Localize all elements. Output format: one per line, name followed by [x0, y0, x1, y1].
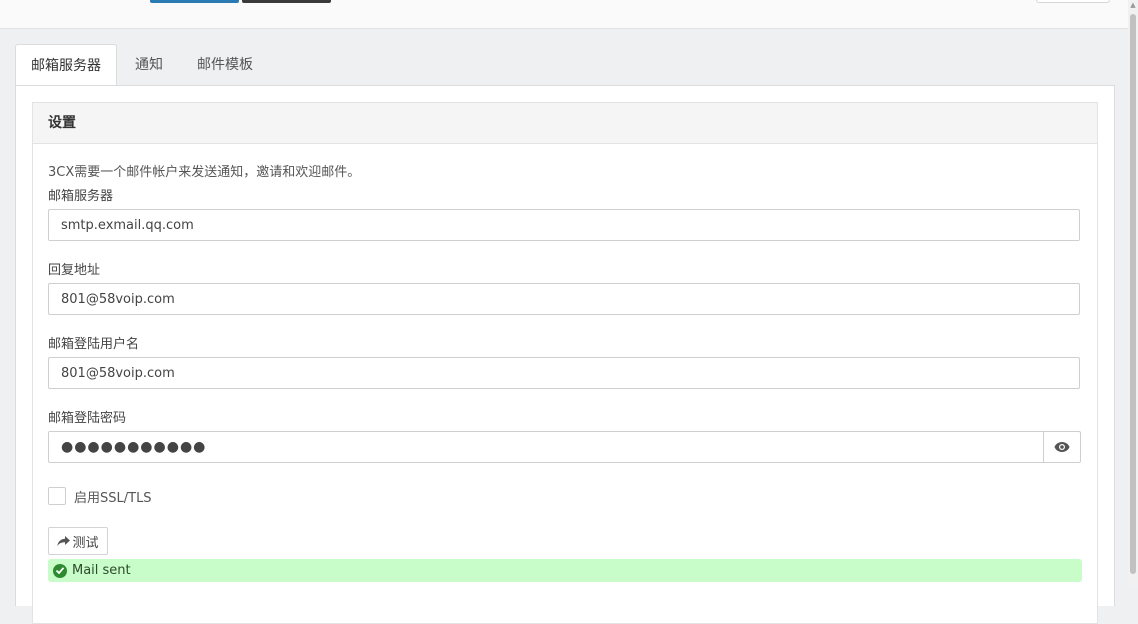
password-label: 邮箱登陆密码 — [48, 411, 127, 426]
tab-content: 设置 3CX需要一个邮件帐户来发送通知，邀请和欢迎邮件。 邮箱服务器 smtp.… — [15, 85, 1115, 624]
top-toolbar — [0, 0, 1128, 29]
ssl-row: 启用SSL/TLS — [48, 486, 152, 506]
ssl-checkbox[interactable] — [48, 487, 66, 505]
vertical-scrollbar[interactable]: ▲ — [1128, 0, 1138, 586]
toolbar-secondary-button[interactable] — [242, 0, 331, 3]
scroll-up-arrow-icon[interactable]: ▲ — [1128, 0, 1138, 10]
toolbar-right-button[interactable] — [1036, 0, 1110, 3]
eye-icon — [1054, 442, 1070, 452]
password-input[interactable]: ●●●●●●●●●●● — [48, 431, 1044, 463]
share-arrow-icon — [57, 535, 71, 546]
status-alert: Mail sent — [48, 559, 1082, 582]
tab-mail-server[interactable]: 邮箱服务器 — [15, 44, 117, 87]
intro-text: 3CX需要一个邮件帐户来发送通知，邀请和欢迎邮件。 — [48, 165, 361, 180]
test-button[interactable]: 测试 — [48, 527, 108, 555]
settings-panel: 设置 3CX需要一个邮件帐户来发送通知，邀请和欢迎邮件。 邮箱服务器 smtp.… — [32, 102, 1098, 624]
mail-server-input[interactable]: smtp.exmail.qq.com — [48, 209, 1080, 241]
reply-to-label: 回复地址 — [48, 263, 101, 278]
mail-server-label: 邮箱服务器 — [48, 189, 114, 204]
test-button-label: 测试 — [72, 535, 99, 551]
panel-title: 设置 — [33, 103, 1097, 144]
show-password-button[interactable] — [1043, 431, 1081, 463]
reply-to-input[interactable]: 801@58voip.com — [48, 283, 1080, 315]
status-message: Mail sent — [72, 563, 131, 578]
scrollbar-thumb[interactable] — [1130, 14, 1136, 574]
ssl-label: 启用SSL/TLS — [74, 490, 152, 506]
toolbar-primary-button[interactable] — [150, 0, 239, 3]
check-circle-icon — [53, 563, 67, 578]
username-label: 邮箱登陆用户名 — [48, 337, 140, 352]
tab-mail-templates[interactable]: 邮件模板 — [197, 44, 253, 86]
username-input[interactable]: 801@58voip.com — [48, 357, 1080, 389]
tab-notifications[interactable]: 通知 — [135, 44, 163, 86]
